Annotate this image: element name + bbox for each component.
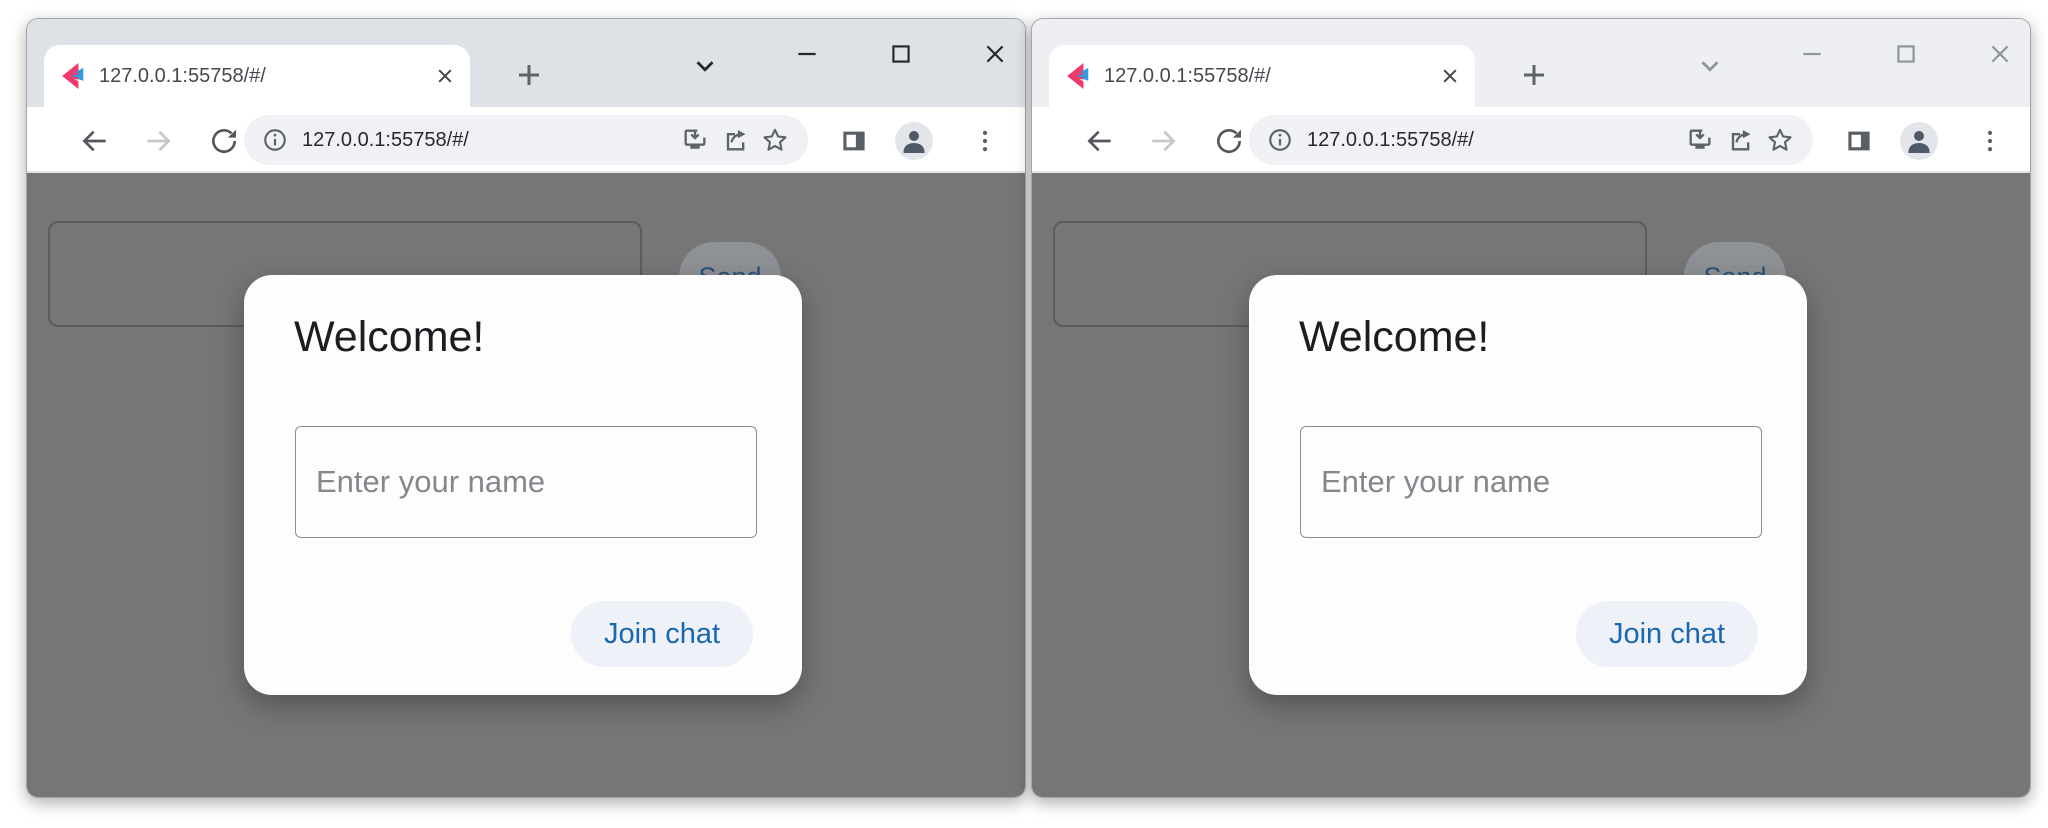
tab-strip: 127.0.0.1:55758/#/ xyxy=(1032,19,2030,107)
page-content: Send Welcome! Join chat xyxy=(27,173,1025,797)
new-tab-button[interactable] xyxy=(510,56,548,94)
bookmark-star-icon[interactable] xyxy=(758,123,792,157)
site-info-icon[interactable] xyxy=(258,123,292,157)
menu-dots-icon[interactable] xyxy=(1970,121,2010,161)
profile-avatar[interactable] xyxy=(1899,121,1939,161)
browser-toolbar: 127.0.0.1:55758/#/ xyxy=(27,107,1025,173)
close-window-button[interactable] xyxy=(1980,33,2020,75)
join-chat-button[interactable]: Join chat xyxy=(571,601,753,667)
maximize-button[interactable] xyxy=(1886,33,1926,75)
back-button[interactable] xyxy=(1082,123,1118,159)
browser-window-left: 127.0.0.1:55758/#/ xyxy=(26,18,1026,798)
profile-avatar[interactable] xyxy=(894,121,934,161)
close-tab-icon[interactable] xyxy=(1439,65,1461,87)
minimize-button[interactable] xyxy=(787,33,827,75)
join-chat-button[interactable]: Join chat xyxy=(1576,601,1758,667)
address-bar[interactable]: 127.0.0.1:55758/#/ xyxy=(1249,115,1813,165)
minimize-button[interactable] xyxy=(1792,33,1832,75)
dialog-title: Welcome! xyxy=(1299,313,1489,362)
welcome-dialog: Welcome! Join chat xyxy=(1249,275,1807,695)
browser-tab[interactable]: 127.0.0.1:55758/#/ xyxy=(44,45,470,107)
forward-button[interactable] xyxy=(140,123,176,159)
menu-dots-icon[interactable] xyxy=(965,121,1005,161)
side-panel-icon[interactable] xyxy=(1839,121,1879,161)
browser-tab[interactable]: 127.0.0.1:55758/#/ xyxy=(1049,45,1475,107)
share-icon[interactable] xyxy=(718,123,752,157)
site-info-icon[interactable] xyxy=(1263,123,1297,157)
side-panel-icon[interactable] xyxy=(834,121,874,161)
tab-title: 127.0.0.1:55758/#/ xyxy=(99,65,421,88)
close-window-button[interactable] xyxy=(975,33,1015,75)
tab-search-chevron-icon[interactable] xyxy=(686,47,724,85)
browser-toolbar: 127.0.0.1:55758/#/ xyxy=(1032,107,2030,173)
new-tab-button[interactable] xyxy=(1515,56,1553,94)
site-favicon-icon xyxy=(60,63,86,89)
reload-button[interactable] xyxy=(1211,123,1247,159)
tab-title: 127.0.0.1:55758/#/ xyxy=(1104,65,1426,88)
welcome-dialog: Welcome! Join chat xyxy=(244,275,802,695)
maximize-button[interactable] xyxy=(881,33,921,75)
tab-strip: 127.0.0.1:55758/#/ xyxy=(27,19,1025,107)
forward-button[interactable] xyxy=(1145,123,1181,159)
window-controls xyxy=(787,33,1015,75)
page-content: Send Welcome! Join chat xyxy=(1032,173,2030,797)
url-text: 127.0.0.1:55758/#/ xyxy=(1303,129,1677,152)
close-tab-icon[interactable] xyxy=(434,65,456,87)
install-app-icon[interactable] xyxy=(1683,123,1717,157)
name-input[interactable] xyxy=(1300,426,1762,538)
name-input[interactable] xyxy=(295,426,757,538)
address-bar[interactable]: 127.0.0.1:55758/#/ xyxy=(244,115,808,165)
url-text: 127.0.0.1:55758/#/ xyxy=(298,129,672,152)
tab-search-chevron-icon[interactable] xyxy=(1691,47,1729,85)
install-app-icon[interactable] xyxy=(678,123,712,157)
site-favicon-icon xyxy=(1065,63,1091,89)
share-icon[interactable] xyxy=(1723,123,1757,157)
dialog-title: Welcome! xyxy=(294,313,484,362)
browser-window-right: 127.0.0.1:55758/#/ xyxy=(1031,18,2031,798)
bookmark-star-icon[interactable] xyxy=(1763,123,1797,157)
reload-button[interactable] xyxy=(206,123,242,159)
back-button[interactable] xyxy=(77,123,113,159)
window-controls xyxy=(1792,33,2020,75)
